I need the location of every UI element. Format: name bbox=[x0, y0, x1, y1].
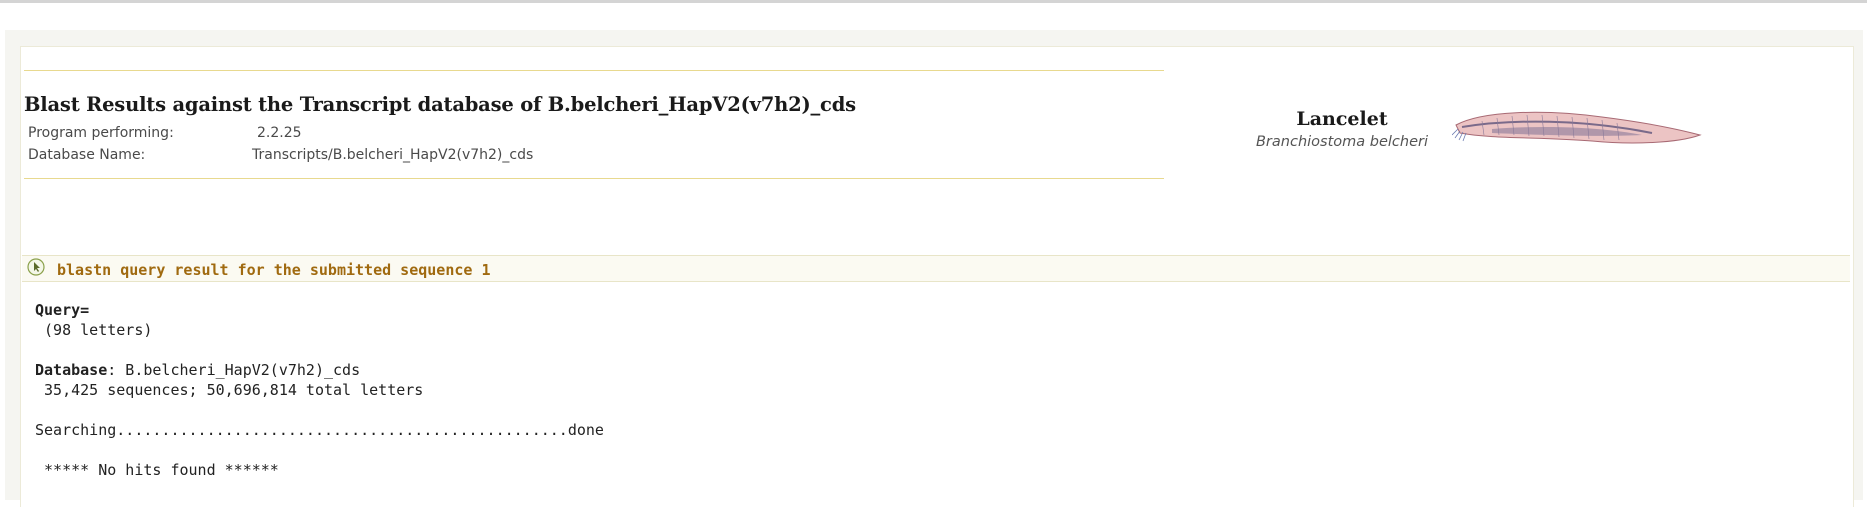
no-hits-message: ***** No hits found ****** bbox=[35, 461, 279, 479]
database-name-label: Database Name: bbox=[28, 147, 146, 163]
top-border bbox=[0, 0, 1867, 3]
arrow-circle-icon[interactable] bbox=[27, 258, 45, 276]
database-label: Database bbox=[35, 361, 108, 379]
query-label: Query= bbox=[35, 301, 90, 319]
program-label: Program performing: bbox=[28, 125, 174, 141]
query-length: (98 letters) bbox=[35, 321, 153, 339]
database-name-value: Transcripts/B.belcheri_HapV2(v7h2)_cds bbox=[252, 147, 534, 163]
lancelet-image bbox=[1452, 111, 1702, 144]
program-value: 2.2.25 bbox=[257, 125, 302, 141]
species-common-name: Lancelet bbox=[1296, 108, 1388, 130]
searching-progress: Searching...............................… bbox=[35, 421, 604, 439]
header-bottom-rule bbox=[24, 178, 1164, 179]
database-stats: 35,425 sequences; 50,696,814 total lette… bbox=[35, 381, 424, 399]
header-top-rule bbox=[24, 70, 1164, 71]
result-section-title: blastn query result for the submitted se… bbox=[57, 261, 491, 279]
database-line: Database: B.belcheri_HapV2(v7h2)_cds bbox=[35, 361, 360, 379]
database-value: : B.belcheri_HapV2(v7h2)_cds bbox=[107, 361, 361, 379]
species-latin-name: Branchiostoma belcheri bbox=[1255, 134, 1428, 150]
page-title: Blast Results against the Transcript dat… bbox=[24, 93, 856, 116]
